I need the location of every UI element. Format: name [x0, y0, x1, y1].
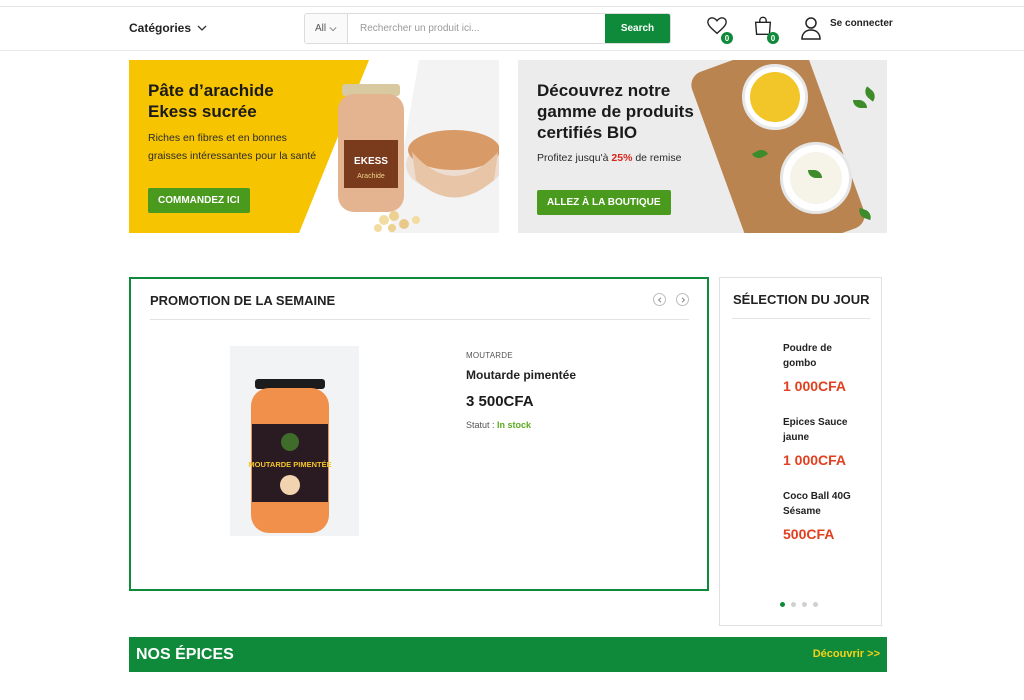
- carousel-dot[interactable]: [791, 602, 796, 607]
- product-thumbnail: [733, 491, 773, 541]
- carousel-dots: [780, 602, 818, 607]
- product-name[interactable]: Moutarde pimentée: [466, 368, 576, 382]
- wishlist-button[interactable]: 0: [706, 15, 734, 44]
- peanut-butter-jar-image: EKESS Arachide: [338, 84, 499, 232]
- spices-section-header: NOS ÉPICES Découvrir >>: [129, 637, 887, 672]
- banner-description: Riches en fibres et en bonnes graisses i…: [148, 129, 316, 165]
- selection-title: SÉLECTION DU JOUR: [733, 292, 870, 307]
- banner-text-line: graisses intéressantes pour la santé: [148, 150, 317, 162]
- carousel-dot[interactable]: [802, 602, 807, 607]
- categories-menu[interactable]: Catégories: [129, 21, 207, 35]
- go-to-shop-button[interactable]: ALLEZ À LA BOUTIQUE: [537, 190, 671, 215]
- mustard-jar-image: MOUTARDE PIMENTÉE: [248, 379, 332, 533]
- product-status: Statut : In stock: [466, 420, 531, 430]
- banner-title-line: Pâte d’arachide: [148, 81, 274, 100]
- login-link[interactable]: Se connecter: [800, 16, 893, 40]
- chevron-down-icon: [329, 26, 337, 31]
- jar-label-text: MOUTARDE PIMENTÉE: [248, 460, 331, 469]
- divider: [150, 319, 689, 320]
- product-price: 3 500CFA: [466, 393, 534, 410]
- order-here-button[interactable]: COMMANDEZ ICI: [148, 188, 250, 213]
- status-label: Statut :: [466, 420, 498, 430]
- herb-leaf-image: [853, 100, 867, 108]
- herb-leaf-image: [862, 86, 878, 102]
- login-label: Se connecter: [830, 18, 893, 29]
- search-category-value: All: [314, 23, 327, 34]
- product-image[interactable]: MOUTARDE PIMENTÉE: [230, 346, 359, 536]
- banner-text-line: Riches en fibres et en bonnes: [148, 132, 287, 144]
- section-title: NOS ÉPICES: [136, 646, 234, 663]
- product-price: 500CFA: [783, 526, 835, 542]
- daily-selection-panel: SÉLECTION DU JOUR Poudre de gombo 1 000C…: [719, 277, 882, 626]
- chevron-left-icon: [657, 296, 661, 303]
- banner-title-line: gamme de produits: [537, 102, 694, 121]
- cart-button[interactable]: 0: [752, 15, 780, 44]
- product-name-line: Epices Sauce: [783, 417, 848, 428]
- product-name-line: Coco Ball 40G: [783, 491, 851, 502]
- site-header: Catégories All Search 0 0 Se connecter: [0, 7, 1024, 51]
- discover-link[interactable]: Découvrir >>: [813, 648, 880, 660]
- chevron-right-icon: [681, 296, 685, 303]
- divider: [732, 318, 870, 319]
- mayonnaise-image: [790, 152, 842, 204]
- wishlist-count-badge: 0: [721, 32, 733, 44]
- promotion-title: PROMOTION DE LA SEMAINE: [150, 293, 336, 308]
- search-button[interactable]: Search: [605, 14, 670, 43]
- svg-text:Arachide: Arachide: [357, 173, 385, 180]
- cart-count-badge: 0: [767, 32, 779, 44]
- status-value: In stock: [497, 420, 532, 430]
- search-bar: All Search: [304, 13, 671, 44]
- product-name-line: gombo: [783, 358, 817, 369]
- product-category: MOUTARDE: [466, 351, 513, 360]
- banner-title-line: Ekess sucrée: [148, 102, 257, 121]
- banner-description: Profitez jusqu'à 25% de remise: [537, 149, 681, 167]
- promo-banner-bio-products[interactable]: Découvrez notre gamme de produits certif…: [518, 60, 887, 233]
- banner-title: Découvrez notre gamme de produits certif…: [537, 80, 694, 143]
- product-name: Epices Sauce jaune: [783, 415, 873, 445]
- weekly-promotion-panel: PROMOTION DE LA SEMAINE MOUTARDE PIMENTÉ…: [129, 277, 709, 591]
- chevron-down-icon: [197, 25, 207, 31]
- search-category-select[interactable]: All: [305, 14, 348, 43]
- product-thumbnail: [733, 417, 773, 467]
- product-name-line: Sésame: [783, 506, 821, 517]
- user-icon: [801, 17, 821, 40]
- banner-text: de remise: [632, 152, 682, 164]
- promo-banner-peanut-butter[interactable]: Pâte d’arachide Ekess sucrée Riches en f…: [129, 60, 499, 233]
- product-name-line: Poudre de: [783, 343, 832, 354]
- list-item[interactable]: Epices Sauce jaune 1 000CFA: [720, 415, 881, 485]
- carousel-next-button[interactable]: [676, 293, 689, 306]
- banner-title-line: certifiés BIO: [537, 123, 638, 142]
- product-price: 1 000CFA: [783, 378, 847, 394]
- list-item[interactable]: Coco Ball 40G Sésame 500CFA: [720, 489, 881, 559]
- carousel-dot[interactable]: [780, 602, 785, 607]
- list-item[interactable]: Poudre de gombo 1 000CFA: [720, 341, 881, 411]
- product-name: Poudre de gombo: [783, 341, 873, 371]
- carousel-prev-button[interactable]: [653, 293, 666, 306]
- discount-percent: 25%: [611, 152, 633, 164]
- product-price: 1 000CFA: [783, 452, 847, 468]
- banner-title-line: Découvrez notre: [537, 81, 671, 100]
- banner-text: Profitez jusqu'à: [537, 152, 612, 164]
- product-name: Coco Ball 40G Sésame: [783, 489, 873, 519]
- banner-title: Pâte d’arachide Ekess sucrée: [148, 80, 274, 122]
- search-input[interactable]: [348, 14, 605, 43]
- product-name-line: jaune: [783, 432, 810, 443]
- mustard-image: [750, 72, 800, 122]
- categories-label: Catégories: [129, 21, 192, 35]
- product-thumbnail: [733, 343, 773, 393]
- carousel-dot[interactable]: [813, 602, 818, 607]
- svg-text:EKESS: EKESS: [354, 156, 388, 167]
